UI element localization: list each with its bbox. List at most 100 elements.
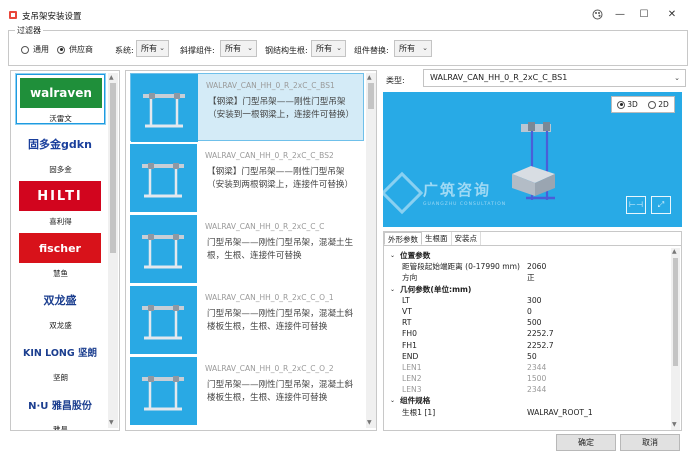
property-row[interactable]: 生根1 [1] WALRAV_ROOT_1 <box>386 407 669 418</box>
scroll-up-icon[interactable]: ▲ <box>109 74 114 81</box>
property-row[interactable]: FH1 2252.7 <box>386 340 669 351</box>
scroll-up-icon[interactable]: ▲ <box>672 248 677 255</box>
brand-card-yachang[interactable]: N·U 雅昌股份 雅昌 <box>16 386 105 430</box>
steel-root-select[interactable]: 所有 ⌄ <box>311 40 346 57</box>
property-category[interactable]: ⌄ 位置参数 <box>386 250 669 261</box>
property-value[interactable]: 50 <box>527 351 537 362</box>
brand-card-shuanglongsheng[interactable]: 双龙盛 双龙盛 <box>16 282 105 332</box>
support-thumbnail <box>130 144 197 212</box>
view-2d-option[interactable]: 2D <box>648 100 669 109</box>
scrollbar-thumb[interactable] <box>368 83 374 109</box>
support-list-item[interactable]: WALRAV_CAN_HH_0_R_2xC_C_O_2 门型吊架——刚性门型吊架… <box>130 357 364 425</box>
chevron-down-icon: ⌄ <box>390 285 396 293</box>
item-code: WALRAV_CAN_HH_0_R_2xC_C_BS2 <box>205 151 334 160</box>
scroll-down-icon[interactable]: ▼ <box>367 419 372 426</box>
cancel-button[interactable]: 取消 <box>620 434 680 451</box>
support-thumbnail <box>130 215 197 283</box>
brace-select-value: 所有 <box>225 44 241 53</box>
scroll-down-icon[interactable]: ▼ <box>672 421 677 428</box>
property-row[interactable]: END 50 <box>386 351 669 362</box>
radio-supplier[interactable]: 供应商 <box>57 44 93 55</box>
scrollbar-thumb[interactable] <box>110 83 116 253</box>
scrollbar-thumb[interactable] <box>673 258 678 366</box>
chevron-down-icon: ⌄ <box>159 44 165 52</box>
property-value[interactable]: 0 <box>527 306 532 317</box>
brand-card-hilti[interactable]: HILTI 喜利得 <box>16 178 105 228</box>
brand-card-walraven[interactable]: walraven 沃雷文 <box>16 74 105 124</box>
item-description: 门型吊架——刚性门型吊架，混凝土斜楼板生根，生根、连接件可替换 <box>207 380 354 403</box>
radio-dot-checked[interactable] <box>617 100 626 109</box>
brand-logo: HILTI <box>19 181 101 211</box>
close-button[interactable]: ✕ <box>658 6 686 24</box>
model-viewport[interactable]: 3D 2D 广筑咨询 GUANGZHU CONSULTATION ⊢⊣ ⤢ <box>383 92 682 227</box>
property-grid: ⌄ 位置参数 距管段起始端距离 (0-17990 mm) 2060 方向 正 ⌄ 几何参… <box>386 250 669 418</box>
view-3d-option[interactable]: 3D <box>617 100 638 109</box>
property-row[interactable]: VT 0 <box>386 306 669 317</box>
app-icon <box>9 11 17 19</box>
property-category[interactable]: ⌄ 几何参数(单位:mm) <box>386 284 669 295</box>
property-row[interactable]: RT 500 <box>386 317 669 328</box>
maximize-button[interactable]: ☐ <box>630 6 658 24</box>
fullscreen-button[interactable]: ⤢ <box>651 196 671 214</box>
property-value[interactable]: 2252.7 <box>527 328 554 339</box>
property-value[interactable]: WALRAV_ROOT_1 <box>527 407 593 418</box>
property-value[interactable]: 500 <box>527 317 542 328</box>
tab-install-point[interactable]: 安装点 <box>452 232 481 245</box>
radio-dot[interactable] <box>648 100 657 109</box>
chevron-down-icon: ⌄ <box>247 44 253 52</box>
property-row[interactable]: 距管段起始端距离 (0-17990 mm) 2060 <box>386 261 669 272</box>
brand-card-kinlong[interactable]: KIN LONG 坚朗 坚朗 <box>16 334 105 384</box>
property-value[interactable]: 正 <box>527 272 535 283</box>
support-list-item[interactable]: WALRAV_CAN_HH_0_R_2xC_C_C 门型吊架——刚性门型吊架，混… <box>130 215 364 283</box>
property-row[interactable]: LT 300 <box>386 295 669 306</box>
item-code: WALRAV_CAN_HH_0_R_2xC_C_O_2 <box>205 364 334 373</box>
brand-logo: 双龙盛 <box>19 285 101 315</box>
brand-list-scrollbar[interactable]: ▲ ▼ <box>108 73 118 428</box>
item-description: 门型吊架——刚性门型吊架，混凝土斜楼板生根，生根、连接件可替换 <box>207 309 354 332</box>
radio-generic[interactable]: 通用 <box>21 44 49 55</box>
support-list-item[interactable]: WALRAV_CAN_HH_0_R_2xC_C_BS1 【钢梁】门型吊架——刚性… <box>130 73 364 142</box>
category-label: 组件规格 <box>400 396 431 406</box>
view-2d-label: 2D <box>658 100 669 109</box>
fit-width-icon: ⊢⊣ <box>629 200 643 209</box>
radio-dot-checked[interactable] <box>57 45 65 54</box>
item-code: WALRAV_CAN_HH_0_R_2xC_C_O_1 <box>205 293 334 302</box>
brace-select[interactable]: 所有 ⌄ <box>220 40 257 57</box>
properties-scrollbar[interactable]: ▲ ▼ <box>671 248 680 430</box>
property-key: 距管段起始端距离 (0-17990 mm) <box>402 262 521 272</box>
brand-card-fischer[interactable]: fischer 慧鱼 <box>16 230 105 280</box>
property-key: LEN1 <box>402 362 422 372</box>
watermark-logo-icon <box>383 171 424 215</box>
component-replace-label: 组件替换: <box>354 46 389 55</box>
type-select[interactable]: WALRAV_CAN_HH_0_R_2xC_C_BS1 ⌄ <box>423 69 686 87</box>
watermark-subtext: GUANGZHU CONSULTATION <box>423 202 507 207</box>
tab-root-surface[interactable]: 生根面 <box>422 232 452 245</box>
property-row[interactable]: 方向 正 <box>386 272 669 283</box>
scroll-up-icon[interactable]: ▲ <box>367 74 372 81</box>
category-label: 几何参数(单位:mm) <box>400 284 472 294</box>
filter-legend: 过滤器 <box>15 25 43 36</box>
property-value: 2344 <box>527 362 547 372</box>
property-value[interactable]: 2060 <box>527 261 546 272</box>
support-list-item[interactable]: WALRAV_CAN_HH_0_R_2xC_C_O_1 门型吊架——刚性门型吊架… <box>130 286 364 354</box>
support-list-scrollbar[interactable]: ▲ ▼ <box>366 73 376 428</box>
property-row[interactable]: FH0 2252.7 <box>386 328 669 339</box>
properties-panel: 外形参数 生根面 安装点 ⌄ 位置参数 距管段起始端距离 (0-17990 mm)… <box>383 231 682 431</box>
property-key: 生根1 [1] <box>402 407 436 417</box>
component-replace-select[interactable]: 所有 ⌄ <box>394 40 432 57</box>
tab-shape-params[interactable]: 外形参数 <box>384 232 422 245</box>
fit-view-button[interactable]: ⊢⊣ <box>626 196 646 214</box>
support-thumbnail <box>130 357 197 425</box>
steel-root-select-value: 所有 <box>316 44 332 53</box>
property-key: FH1 <box>402 340 417 350</box>
radio-dot[interactable] <box>21 45 29 54</box>
property-value[interactable]: 2252.7 <box>527 340 554 351</box>
system-select[interactable]: 所有 ⌄ <box>136 40 169 57</box>
ok-button[interactable]: 确定 <box>556 434 616 451</box>
support-list-item[interactable]: WALRAV_CAN_HH_0_R_2xC_C_BS2 【钢梁】门型吊架——刚性… <box>130 144 364 212</box>
brand-card-gdkn[interactable]: 固多金gdkn 固多金 <box>16 126 105 176</box>
property-value[interactable]: 300 <box>527 295 542 306</box>
chevron-down-icon: ⌄ <box>422 44 428 52</box>
property-category[interactable]: ⌄ 组件规格 <box>386 395 669 406</box>
scroll-down-icon[interactable]: ▼ <box>109 419 114 426</box>
